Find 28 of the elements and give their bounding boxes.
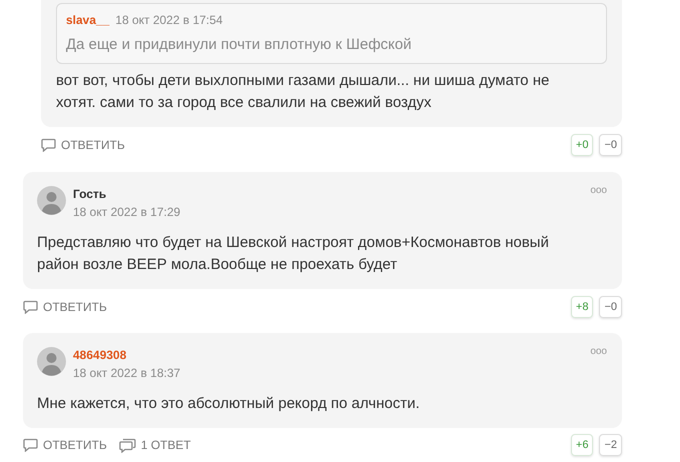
comments-icon <box>118 438 136 452</box>
reply-button[interactable]: ОТВЕТИТЬ <box>41 136 125 154</box>
quote-text: Да еще и придвинули почти вплотную к Шефской <box>66 35 413 55</box>
replies-link[interactable]: 1 ОТВЕТ <box>118 436 191 454</box>
comment-text: вот вот, чтобы дети выхлопными газами дышали... ни шиша думато не хотят. сами то за город все свалили на свежий воздух <box>56 71 550 113</box>
comment-text: Мне кажется, что это абсолютный рекорд по алчности. <box>37 394 421 414</box>
downvote-button[interactable]: −2 <box>599 434 622 456</box>
reply-button[interactable]: ОТВЕТИТЬ <box>23 298 107 316</box>
upvote-button[interactable]: +6 <box>570 434 594 456</box>
quote-author[interactable]: slava__ <box>66 11 110 29</box>
comment-icon <box>41 138 56 152</box>
more-button[interactable]: ooo <box>590 186 607 196</box>
quote-date: 18 окт 2022 в 17:54 <box>115 12 223 29</box>
author-name[interactable]: 48649308 <box>73 347 180 363</box>
more-button[interactable]: ooo <box>590 347 607 357</box>
avatar-icon <box>37 347 66 376</box>
downvote-button[interactable]: −0 <box>599 296 622 318</box>
comment-icon <box>23 438 38 452</box>
comment-date: 18 окт 2022 в 18:37 <box>73 365 180 381</box>
upvote-button[interactable]: +0 <box>570 134 594 156</box>
avatar-icon <box>37 186 66 215</box>
downvote-button[interactable]: −0 <box>599 134 622 156</box>
comment-text: Представляю что будет на Шевской настроят домов+Космонавтов новый район возле ВЕЕР мола.Вообще не проехать будет <box>37 233 550 275</box>
comment-date: 18 окт 2022 в 17:29 <box>73 204 180 220</box>
author-name: Гость <box>73 186 108 202</box>
reply-button[interactable]: ОТВЕТИТЬ <box>23 436 107 454</box>
comment-icon <box>23 300 38 314</box>
upvote-button[interactable]: +8 <box>570 296 594 318</box>
